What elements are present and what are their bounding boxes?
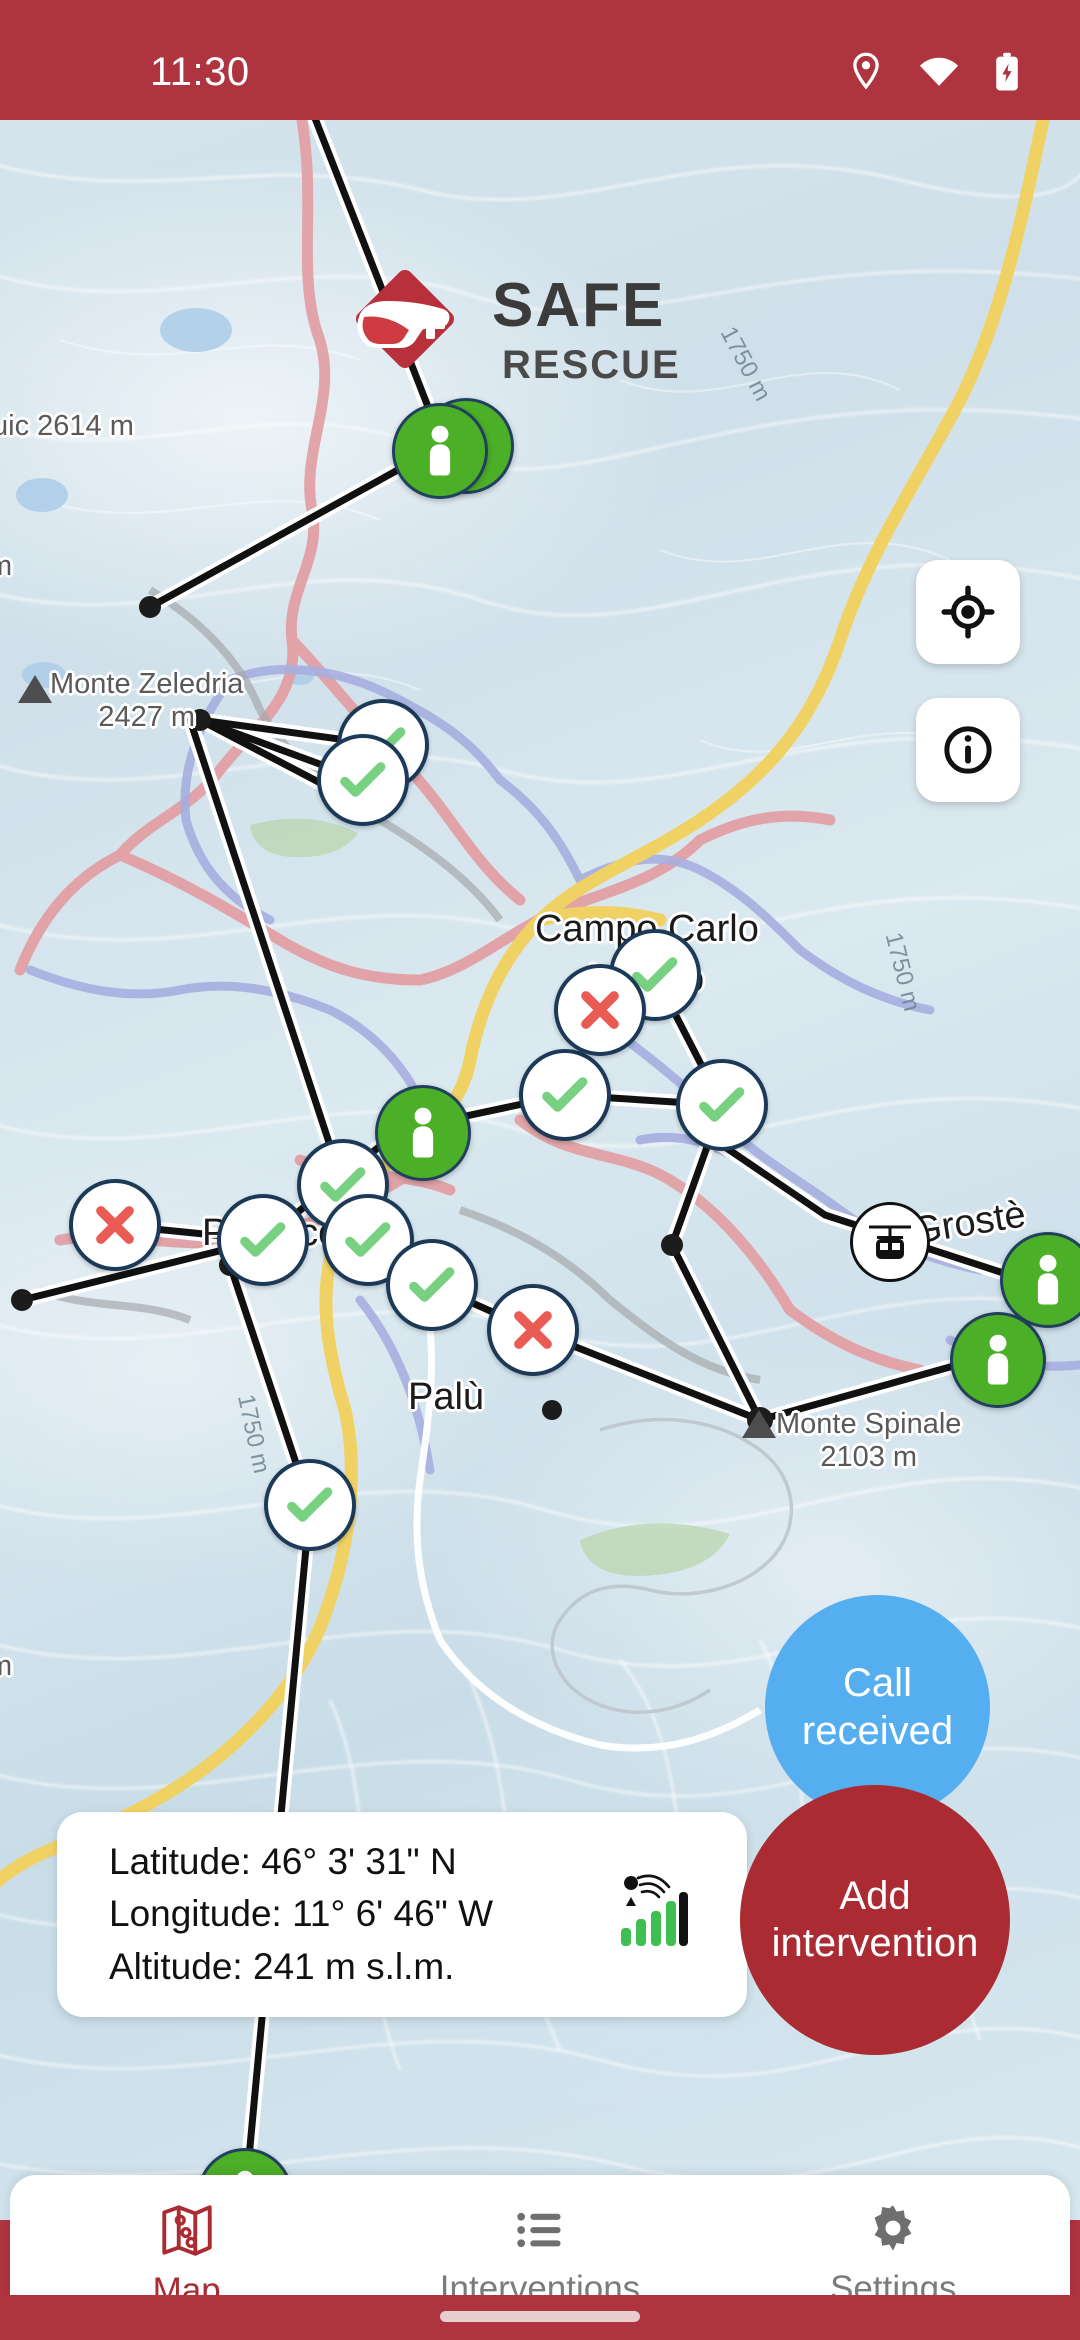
status-marker-fail[interactable] — [487, 1284, 579, 1376]
status-marker-ok[interactable] — [264, 1459, 356, 1551]
location-info-card: Latitude: 46° 3' 31" N Longitude: 11° 6'… — [57, 1812, 747, 2017]
gesture-pill[interactable] — [440, 2311, 640, 2322]
add-intervention-button[interactable]: Add intervention — [740, 1785, 1010, 2055]
logo-safe-text: SAFE — [492, 271, 666, 340]
status-marker-ok[interactable] — [676, 1059, 768, 1151]
status-marker-fail[interactable] — [69, 1179, 161, 1271]
info-circle-icon — [944, 726, 992, 774]
status-marker-ok[interactable] — [386, 1239, 478, 1331]
gesture-navigation-bar — [0, 2295, 1080, 2340]
coordinates-text: Latitude: 46° 3' 31" N Longitude: 11° 6'… — [109, 1836, 493, 1994]
crosshair-icon — [941, 585, 995, 639]
gear-icon — [874, 2205, 912, 2251]
call-received-label: Call received — [801, 1661, 954, 1753]
location-pin-icon — [853, 52, 879, 90]
peak-triangle-icon — [18, 675, 52, 703]
status-time: 11:30 — [150, 50, 250, 94]
status-marker-ok[interactable] — [217, 1194, 309, 1286]
app-logo: SAFE RESCUE — [330, 269, 681, 390]
my-location-button[interactable] — [916, 560, 1020, 664]
safe-rescue-goggles-icon — [330, 269, 480, 390]
latitude-value: Latitude: 46° 3' 31" N — [109, 1840, 457, 1882]
status-marker-fail[interactable] — [554, 964, 646, 1056]
peak-triangle-icon — [742, 1410, 776, 1438]
app-screen: 1750 m 1750 m 1750 m uic 2614 m m m Mont… — [0, 0, 1080, 2340]
folded-map-icon — [161, 2205, 212, 2256]
map-info-button[interactable] — [916, 698, 1020, 802]
logo-rescue-text: RESCUE — [502, 343, 681, 387]
status-marker-ok[interactable] — [519, 1049, 611, 1141]
battery-charging-icon — [996, 52, 1018, 91]
list-icon — [517, 2212, 561, 2248]
person-marker[interactable] — [950, 1312, 1046, 1408]
status-icons — [848, 52, 1020, 92]
person-marker[interactable] — [375, 1085, 471, 1181]
cable-car-icon[interactable] — [850, 1202, 930, 1282]
add-intervention-label: Add intervention — [771, 1873, 979, 1965]
longitude-value: Longitude: 11° 6' 46" W — [109, 1893, 494, 1935]
status-bar: 11:30 — [0, 0, 1080, 120]
person-marker[interactable] — [392, 403, 488, 499]
logo-wordmark: SAFE RESCUE — [492, 271, 681, 387]
wifi-icon — [919, 57, 959, 86]
gps-signal-bars-icon — [611, 1872, 689, 1957]
altitude-value: Altitude: 241 m s.l.m. — [109, 1945, 455, 1987]
status-marker-ok[interactable] — [317, 734, 409, 826]
